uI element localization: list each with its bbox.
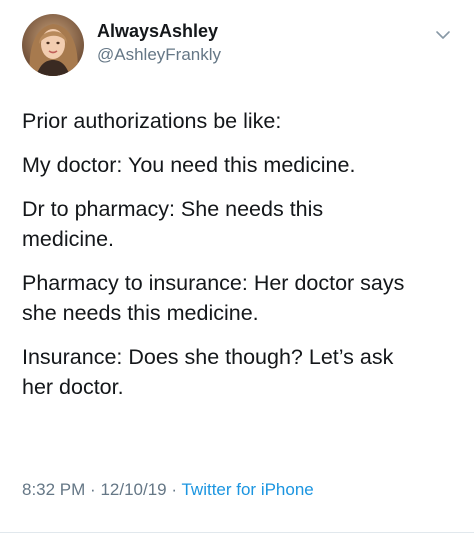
tweet-line: Dr to pharmacy: She needs this medicine.	[22, 197, 324, 251]
meta-separator: ·	[171, 480, 178, 499]
divider	[0, 532, 474, 533]
tweet-time[interactable]: 8:32 PM	[22, 480, 85, 499]
tweet-line: Pharmacy to insurance: Her doctor says s…	[22, 271, 405, 325]
tweet-line: My doctor: You need this medicine.	[22, 153, 356, 177]
tweet-metadata: 8:32 PM · 12/10/19 · Twitter for iPhone	[22, 480, 314, 500]
tweet-date[interactable]: 12/10/19	[100, 480, 166, 499]
avatar-photo	[22, 14, 84, 76]
user-handle[interactable]: @AshleyFrankly	[97, 44, 221, 66]
chevron-down-icon[interactable]	[434, 26, 452, 44]
tweet-source-link[interactable]: Twitter for iPhone	[181, 480, 313, 499]
tweet-text: Prior authorizations be like: My doctor:…	[22, 106, 462, 416]
meta-separator: ·	[90, 480, 96, 499]
avatar[interactable]	[22, 14, 84, 76]
display-name[interactable]: AlwaysAshley	[97, 20, 218, 42]
tweet-line: Prior authorizations be like:	[22, 109, 282, 133]
tweet-line: Insurance: Does she though? Let’s ask he…	[22, 345, 394, 399]
tweet-card: AlwaysAshley @AshleyFrankly Prior author…	[0, 0, 474, 537]
